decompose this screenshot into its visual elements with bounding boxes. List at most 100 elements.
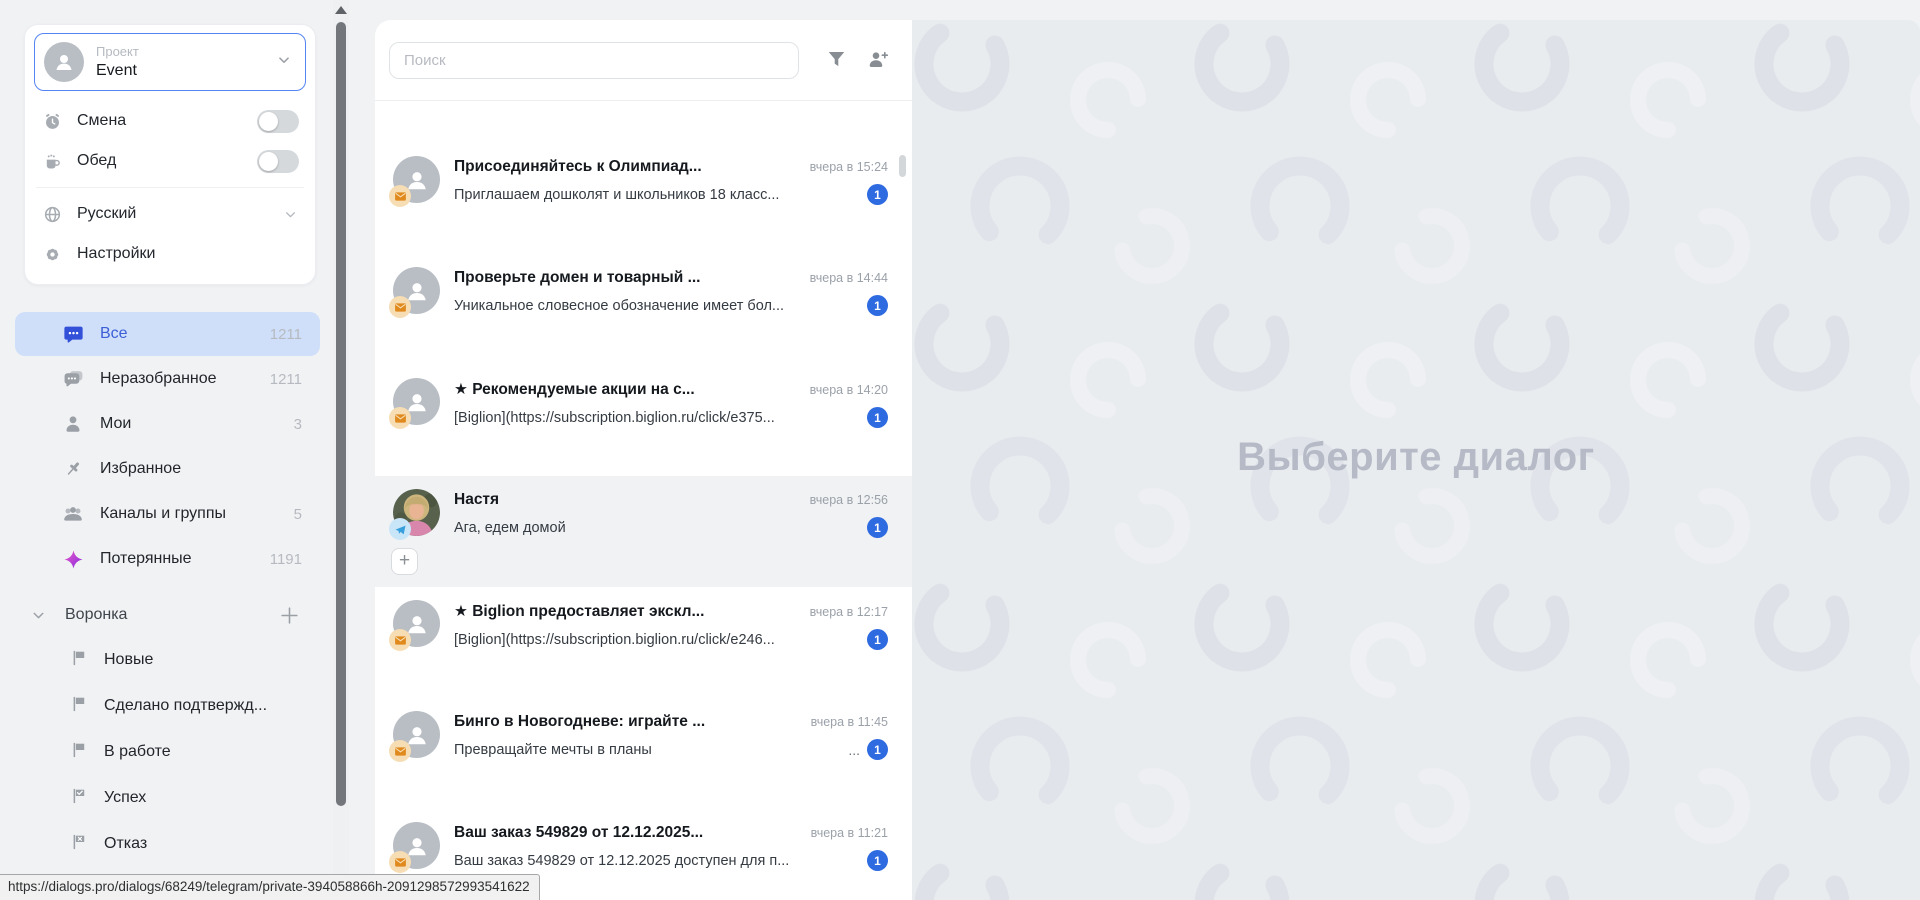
sidebar-item-label: Неразобранное (100, 370, 217, 388)
clock-icon (41, 112, 63, 131)
sidebar-settings-card: Проект Event Смена Обед (24, 24, 316, 285)
avatar (393, 156, 440, 203)
add-funnel-stage-button[interactable] (279, 605, 300, 626)
chat-title: ★ Рекомендуемые акции на с... (454, 380, 800, 399)
chat-list-header (375, 20, 912, 101)
chat-time: вчера в 14:44 (810, 271, 888, 285)
sidebar-item-label: Мои (100, 415, 131, 433)
scrollbar-thumb[interactable] (336, 22, 346, 806)
chat-title: ★ Biglion предоставляет экскл... (454, 602, 800, 621)
gear-icon (41, 245, 63, 264)
filter-button[interactable] (826, 49, 847, 70)
sidebar-scrollbar[interactable] (333, 0, 349, 900)
add-contact-button[interactable] (867, 49, 890, 70)
chevron-down-icon[interactable] (30, 607, 47, 624)
sidebar-item-mine[interactable]: Мои 3 (15, 402, 320, 446)
chat-time: вчера в 14:20 (810, 383, 888, 397)
empty-state-text: Выберите диалог (912, 435, 1920, 480)
chats-icon (62, 369, 84, 390)
sidebar-item-unsorted[interactable]: Неразобранное 1211 (15, 357, 320, 401)
sidebar-item-count: 5 (294, 506, 302, 523)
sidebar-item-count: 1211 (270, 371, 302, 388)
settings-row[interactable]: Настройки (34, 234, 306, 274)
funnel-stage-new[interactable]: Новые (0, 637, 333, 683)
flag-x-icon (70, 833, 88, 856)
search-input[interactable] (389, 42, 799, 79)
unread-badge: 1 (867, 184, 888, 205)
language-selector[interactable]: Русский (34, 194, 306, 234)
sidebar-item-favorites[interactable]: Избранное (15, 447, 320, 491)
chat-preview: Ваш заказ 549829 от 12.12.2025 доступен … (454, 853, 860, 869)
unread-badge: 1 (867, 517, 888, 538)
sidebar-item-count: 1191 (270, 551, 302, 568)
sidebar-item-channels-groups[interactable]: Каналы и группы 5 (15, 492, 320, 536)
chat-bubble-icon (62, 324, 84, 345)
chat-preview: Ага, едем домой (454, 520, 860, 536)
project-avatar (44, 42, 84, 82)
cup-icon (41, 152, 63, 171)
chevron-down-icon (282, 206, 299, 223)
avatar (393, 378, 440, 425)
project-label: Проект (96, 44, 139, 59)
funnel-stage-rejected[interactable]: Отказ (0, 821, 333, 867)
email-envelope-icon (389, 851, 411, 873)
avatar (393, 267, 440, 314)
chat-preview: Уникальное словесное обозначение имеет б… (454, 298, 860, 314)
language-label: Русский (77, 205, 136, 223)
sidebar-item-label: Все (100, 325, 128, 343)
chat-list: Присоединяйтесь к Олимпиад... вчера в 15… (375, 102, 912, 900)
shift-row: Смена (34, 101, 306, 141)
status-url-tooltip: https://dialogs.pro/dialogs/68249/telegr… (0, 874, 540, 900)
chat-list-scrollbar-thumb[interactable] (899, 155, 906, 177)
unread-badge: 1 (867, 739, 888, 760)
sidebar-item-label: Потерянные (100, 550, 192, 568)
person-icon (62, 414, 84, 434)
avatar (393, 711, 440, 758)
chat-list-item[interactable]: Настя вчера в 12:56 Ага, едем домой 1 + (375, 476, 912, 587)
chat-time: вчера в 15:24 (810, 160, 888, 174)
chat-list-item[interactable]: ★ Рекомендуемые акции на с... вчера в 14… (375, 365, 912, 476)
funnel-stage-success[interactable]: Успех (0, 775, 333, 821)
lunch-row: Обед (34, 141, 306, 181)
chat-title: Настя (454, 491, 800, 509)
email-envelope-icon (389, 296, 411, 318)
sidebar-item-label: Избранное (100, 460, 181, 478)
unread-badge: 1 (867, 407, 888, 428)
project-selector[interactable]: Проект Event (34, 33, 306, 91)
people-icon (62, 503, 84, 525)
funnel-title: Воронка (65, 606, 127, 624)
flag-icon (70, 649, 88, 672)
sidebar-item-lost[interactable]: Потерянные 1191 (15, 537, 320, 581)
chat-list-item[interactable]: Бинго в Новогодневе: играйте ... вчера в… (375, 698, 912, 809)
avatar (393, 822, 440, 869)
scrollbar-up-arrow[interactable] (335, 6, 347, 14)
email-envelope-icon (389, 629, 411, 651)
flag-check-icon (70, 787, 88, 810)
person-icon (53, 51, 75, 73)
chat-preview: Приглашаем дошколят и школьников 18 клас… (454, 187, 860, 203)
funnel-stage-confirmed[interactable]: Сделано подтвержд... (0, 683, 333, 729)
main-area: Присоединяйтесь к Олимпиад... вчера в 15… (375, 20, 1920, 900)
email-envelope-icon (389, 740, 411, 762)
email-envelope-icon (389, 185, 411, 207)
chat-time: вчера в 12:17 (810, 605, 888, 619)
chevron-down-icon (275, 51, 293, 74)
chat-list-item[interactable]: ★ Biglion предоставляет экскл... вчера в… (375, 587, 912, 698)
add-contact-icon (867, 49, 890, 70)
chat-preview: [Biglion](https://subscription.biglion.r… (454, 410, 860, 426)
lunch-toggle[interactable] (257, 150, 299, 173)
funnel-section-header[interactable]: Воронка (0, 593, 333, 637)
add-to-funnel-button[interactable]: + (391, 548, 418, 575)
sidebar-item-label: Каналы и группы (100, 505, 226, 523)
telegram-plane-icon (389, 518, 411, 540)
unread-badge: 1 (867, 295, 888, 316)
sidebar-item-count: 1211 (270, 326, 302, 343)
sidebar-item-all[interactable]: Все 1211 (15, 312, 320, 356)
chat-list-item[interactable]: Проверьте домен и товарный ... вчера в 1… (375, 254, 912, 365)
shift-toggle[interactable] (257, 110, 299, 133)
funnel-stage-in-progress[interactable]: В работе (0, 729, 333, 775)
chat-preview-ellipsis: ... (848, 742, 860, 758)
chat-list-item[interactable]: Присоединяйтесь к Олимпиад... вчера в 15… (375, 143, 912, 254)
globe-icon (41, 205, 63, 224)
chat-preview: [Biglion](https://subscription.biglion.r… (454, 632, 860, 648)
